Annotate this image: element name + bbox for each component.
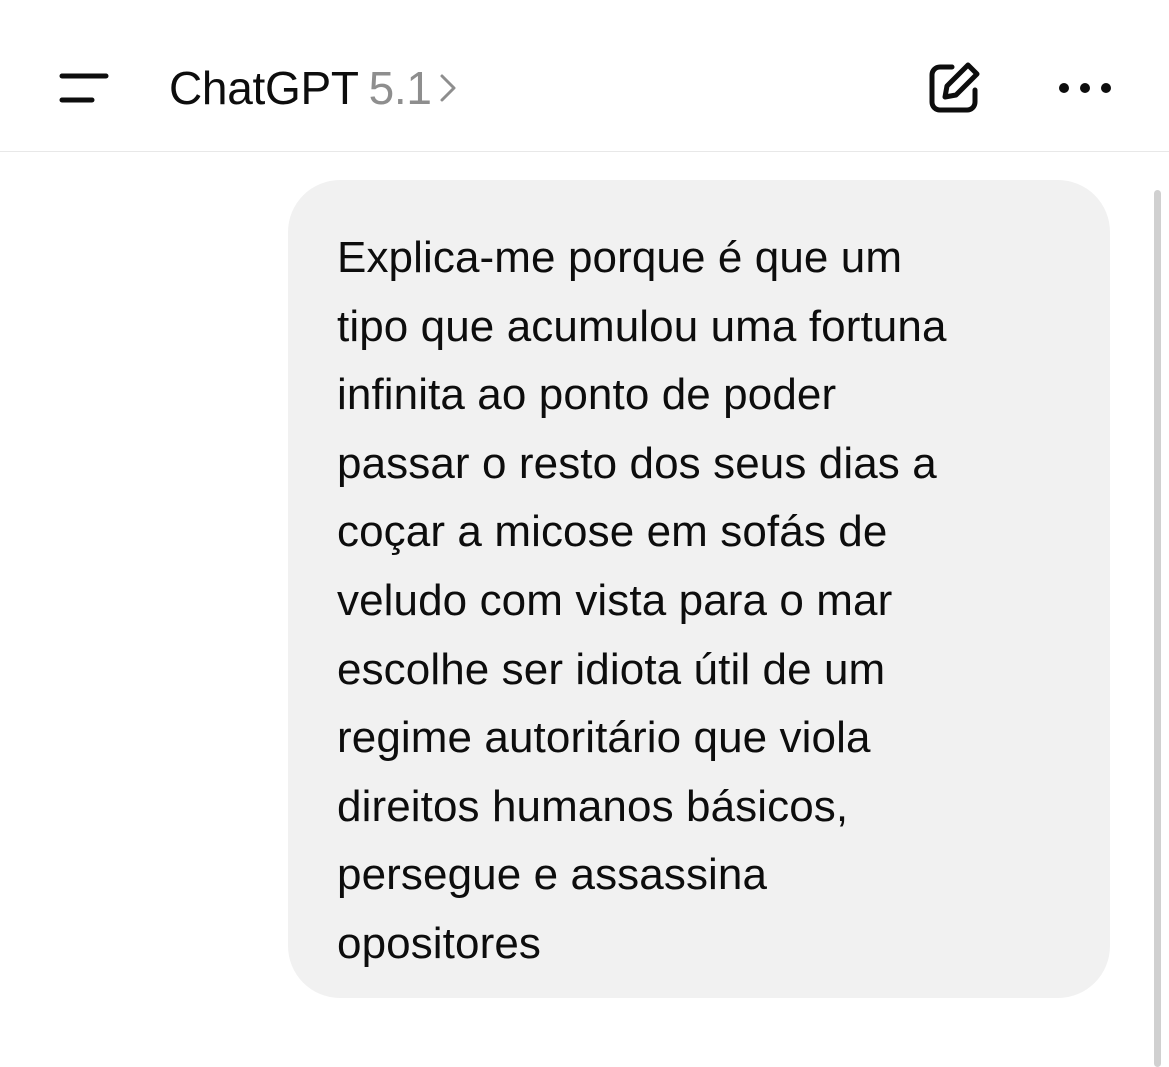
new-chat-button[interactable] (914, 52, 994, 124)
top-bar: ChatGPT 5.1 (0, 0, 1169, 152)
conversation-area: Explica-me porque é que um tipo que acum… (0, 153, 1169, 1067)
chat-screen: ChatGPT 5.1 Explica-me porque é que um t… (0, 0, 1169, 1067)
app-title: ChatGPT (169, 62, 359, 114)
model-version-label: 5.1 (368, 62, 432, 114)
more-options-button[interactable] (1046, 58, 1126, 118)
user-message-bubble: Explica-me porque é que um tipo que acum… (288, 180, 1110, 998)
compose-icon (929, 62, 980, 113)
user-message-text: Explica-me porque é que um tipo que acum… (337, 233, 947, 968)
model-selector[interactable]: ChatGPT 5.1 (169, 58, 458, 118)
ellipsis-icon (1059, 83, 1111, 93)
sidebar-menu-icon (59, 73, 109, 103)
scrollbar[interactable] (1154, 190, 1161, 1067)
chevron-right-icon (438, 72, 458, 104)
sidebar-menu-button[interactable] (44, 58, 124, 118)
